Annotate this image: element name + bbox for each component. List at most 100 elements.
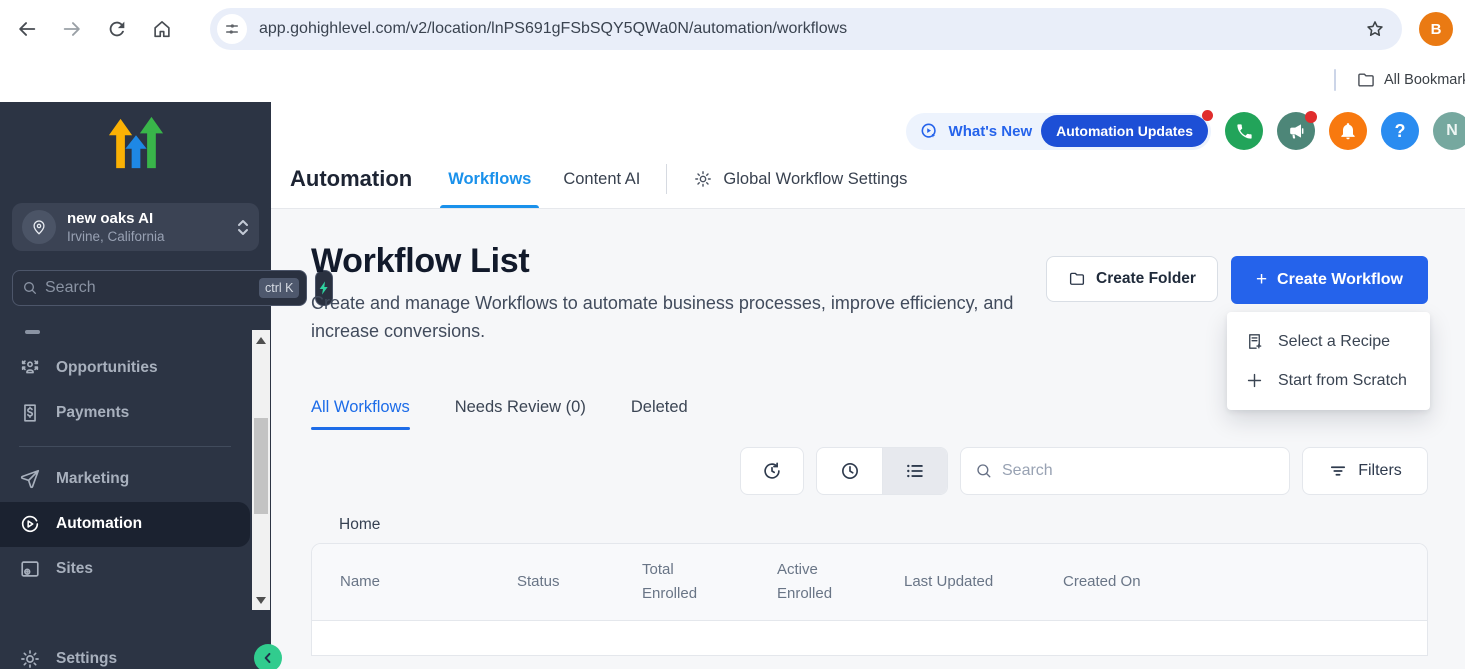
- back-button[interactable]: [14, 16, 40, 42]
- phone-icon: [1235, 122, 1254, 141]
- page-title: Automation: [290, 166, 412, 192]
- create-folder-button[interactable]: Create Folder: [1046, 256, 1218, 302]
- avatar-initial: N: [1446, 122, 1458, 140]
- sidebar-item-label: Marketing: [56, 470, 129, 488]
- workflows-table: Name Status Total Enrolled Active Enroll…: [311, 543, 1428, 656]
- gohighlevel-logo: [101, 114, 171, 177]
- time-view-button[interactable]: [817, 448, 882, 494]
- home-icon: [151, 18, 173, 40]
- filter-icon: [1328, 461, 1348, 481]
- whats-new-label[interactable]: What's New: [949, 123, 1033, 140]
- column-header-name[interactable]: Name: [340, 570, 517, 594]
- payments-icon: [19, 402, 41, 424]
- reload-button[interactable]: [104, 16, 130, 42]
- sidebar-search-input[interactable]: ctrl K: [12, 270, 307, 306]
- back-arrow-icon: [16, 18, 38, 40]
- scrollbar-down-arrow[interactable]: [252, 592, 270, 608]
- app-header: What's New Automation Updates: [271, 102, 1465, 209]
- list-icon: [904, 460, 926, 482]
- menu-item-select-recipe[interactable]: Select a Recipe: [1227, 322, 1430, 361]
- sidebar: new oaks AI Irvine, California ctrl K: [0, 102, 271, 669]
- tab-all-workflows[interactable]: All Workflows: [311, 398, 410, 430]
- megaphone-icon: [1286, 121, 1306, 141]
- column-header-status[interactable]: Status: [517, 570, 642, 594]
- sidebar-item-marketing[interactable]: Marketing: [0, 457, 271, 502]
- table-body-empty: [312, 621, 1427, 655]
- sidebar-item-settings[interactable]: Settings: [0, 636, 271, 669]
- sidebar-item-label: Automation: [56, 515, 142, 533]
- sidebar-item-label: Sites: [56, 560, 93, 578]
- user-avatar[interactable]: N: [1433, 112, 1465, 150]
- sidebar-search-field[interactable]: [45, 279, 252, 297]
- sites-icon: [19, 558, 41, 580]
- global-workflow-settings-label: Global Workflow Settings: [723, 170, 907, 189]
- notification-dot: [1305, 111, 1317, 123]
- forward-button[interactable]: [59, 16, 85, 42]
- sidebar-scrollbar[interactable]: [252, 330, 270, 610]
- recipe-icon: [1245, 332, 1264, 351]
- url-text[interactable]: app.gohighlevel.com/v2/location/lnPS691g…: [259, 20, 1352, 38]
- global-workflow-settings[interactable]: Global Workflow Settings: [693, 169, 907, 189]
- announcements-button[interactable]: [1277, 112, 1315, 150]
- location-city: Irvine, California: [67, 229, 165, 244]
- automation-updates-badge[interactable]: Automation Updates: [1041, 115, 1208, 147]
- notifications-button[interactable]: [1329, 112, 1367, 150]
- tab-needs-review[interactable]: Needs Review (0): [455, 398, 586, 430]
- tab-workflows[interactable]: Workflows: [448, 150, 531, 208]
- browser-profile-avatar[interactable]: B: [1419, 12, 1453, 46]
- scrolled-item-fragment: [25, 330, 40, 334]
- view-toggle: [816, 447, 948, 495]
- location-pin-icon: [22, 210, 56, 244]
- address-bar[interactable]: app.gohighlevel.com/v2/location/lnPS691g…: [210, 8, 1402, 50]
- help-button[interactable]: ?: [1381, 112, 1419, 150]
- sidebar-item-label: Opportunities: [56, 359, 158, 377]
- table-header-row: Name Status Total Enrolled Active Enroll…: [312, 544, 1427, 621]
- workflow-search[interactable]: [960, 447, 1290, 495]
- bookmarks-divider: [1334, 69, 1336, 91]
- create-workflow-button[interactable]: + Create Workflow: [1231, 256, 1428, 304]
- notification-dot: [1202, 110, 1213, 121]
- home-button[interactable]: [149, 16, 175, 42]
- plus-icon: [1245, 371, 1264, 390]
- site-settings-button[interactable]: [217, 14, 247, 44]
- column-header-active-enrolled[interactable]: Active Enrolled: [777, 558, 904, 606]
- location-switcher[interactable]: new oaks AI Irvine, California: [12, 203, 259, 251]
- folder-icon: [1068, 270, 1086, 288]
- clock-icon: [839, 460, 861, 482]
- column-header-last-updated[interactable]: Last Updated: [904, 570, 1063, 594]
- filters-label: Filters: [1358, 462, 1402, 480]
- menu-item-start-from-scratch[interactable]: Start from Scratch: [1227, 361, 1430, 400]
- bookmarks-folder-icon: [1356, 70, 1376, 95]
- gear-icon: [19, 648, 41, 669]
- history-button[interactable]: [740, 447, 804, 495]
- workflow-list-description: Create and manage Workflows to automate …: [311, 290, 1019, 346]
- all-bookmarks-label[interactable]: All Bookmarks: [1384, 72, 1465, 88]
- sidebar-item-automation[interactable]: Automation: [0, 502, 250, 547]
- column-header-created-on[interactable]: Created On: [1063, 570, 1213, 594]
- scrollbar-thumb[interactable]: [254, 418, 268, 514]
- breadcrumb-home[interactable]: Home: [339, 516, 1428, 534]
- sidebar-collapse-button[interactable]: [254, 644, 282, 669]
- workflow-list-page: Workflow List Create and manage Workflow…: [271, 209, 1465, 669]
- scrollbar-up-arrow[interactable]: [252, 332, 270, 348]
- workflow-search-field[interactable]: [1002, 462, 1275, 480]
- tab-content-ai[interactable]: Content AI: [563, 150, 640, 208]
- bookmark-star-button[interactable]: [1364, 18, 1386, 40]
- question-mark-icon: ?: [1395, 121, 1406, 142]
- phone-button[interactable]: [1225, 112, 1263, 150]
- sidebar-item-opportunities[interactable]: Opportunities: [0, 346, 271, 391]
- menu-item-label: Select a Recipe: [1278, 333, 1390, 351]
- tab-deleted[interactable]: Deleted: [631, 398, 688, 430]
- chevron-left-icon: [261, 651, 275, 665]
- search-icon: [22, 280, 38, 296]
- sidebar-item-sites[interactable]: Sites: [0, 547, 271, 592]
- search-icon: [975, 462, 993, 480]
- sidebar-item-payments[interactable]: Payments: [0, 391, 271, 436]
- browser-toolbar: app.gohighlevel.com/v2/location/lnPS691g…: [0, 0, 1465, 58]
- filters-button[interactable]: Filters: [1302, 447, 1428, 495]
- column-header-total-enrolled[interactable]: Total Enrolled: [642, 558, 777, 606]
- bell-icon: [1338, 121, 1358, 141]
- forward-arrow-icon: [61, 18, 83, 40]
- whats-new-pill[interactable]: What's New Automation Updates: [906, 113, 1211, 150]
- list-view-button[interactable]: [882, 448, 947, 494]
